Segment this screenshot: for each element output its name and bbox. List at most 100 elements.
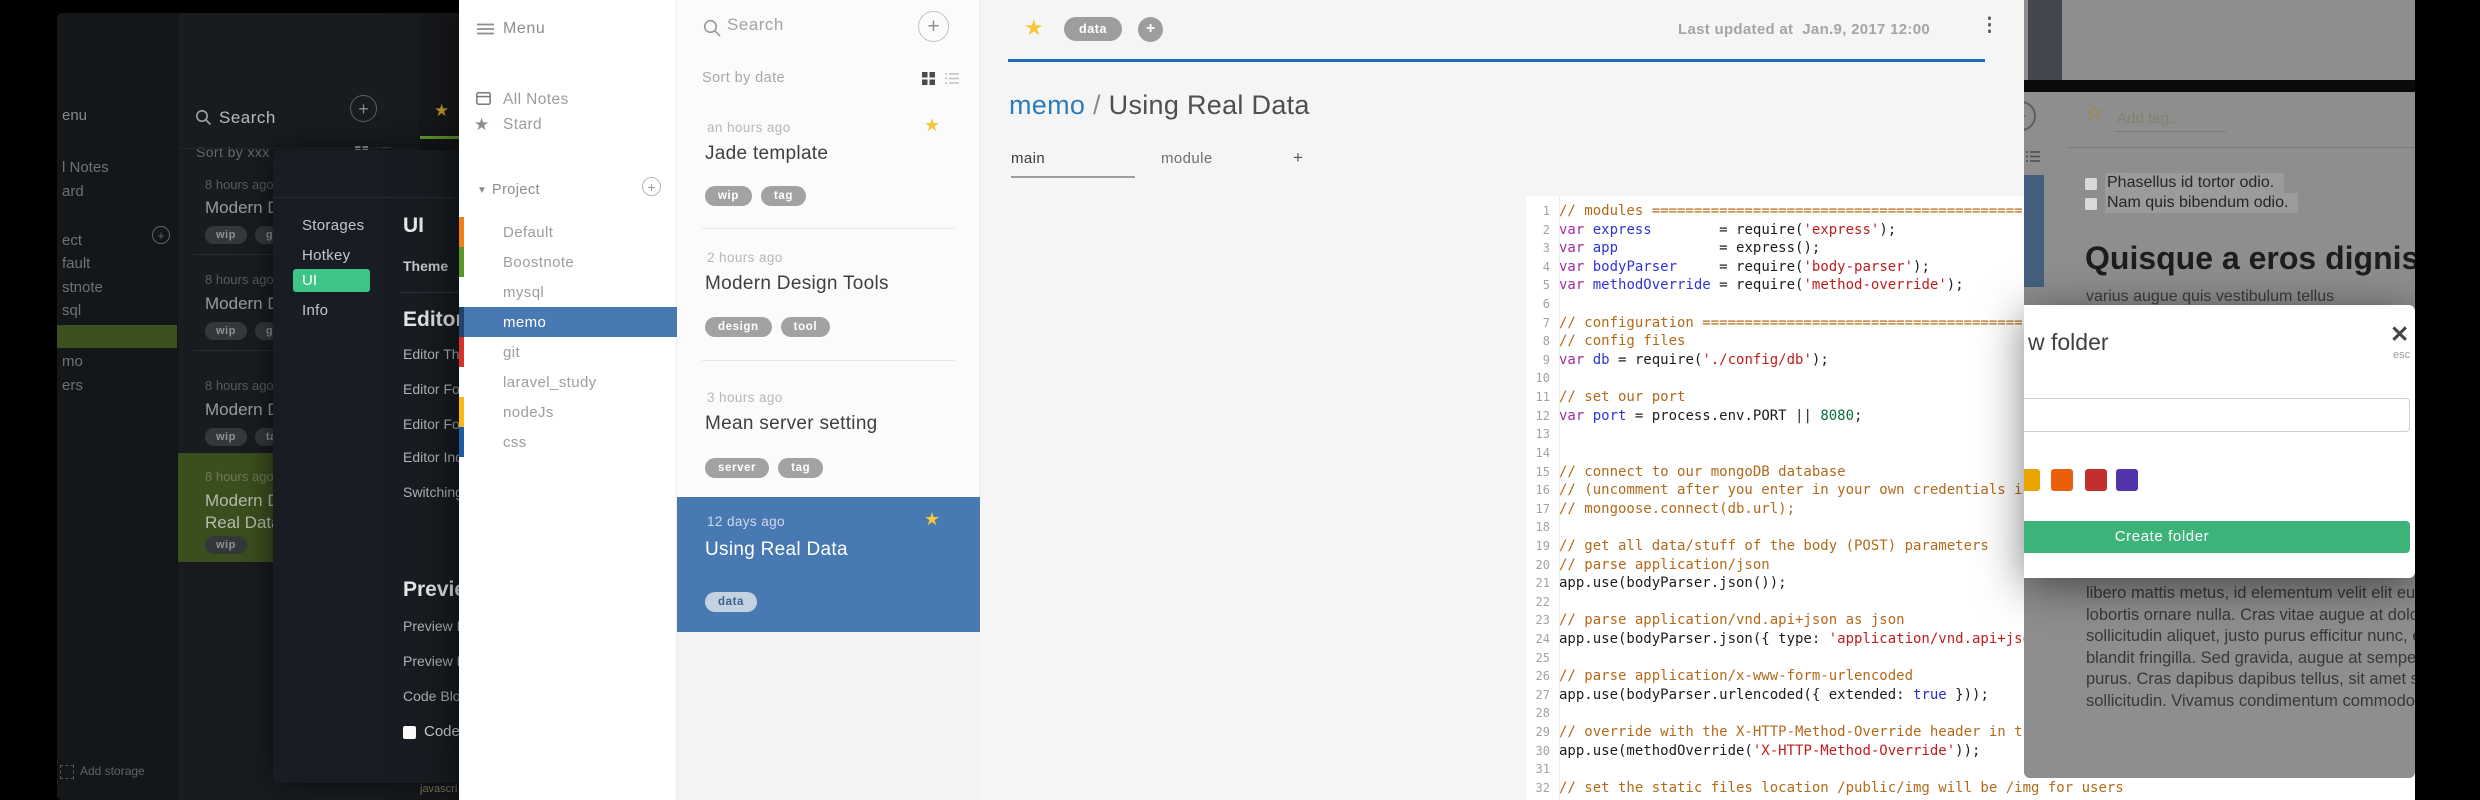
sidebar-item-starred[interactable]: Stard <box>503 116 542 134</box>
breadcrumb: memo / Using Real Data <box>1009 90 1310 121</box>
editor-star-icon[interactable]: ★ <box>1024 15 1044 41</box>
dim-checkbox <box>2084 197 2098 211</box>
tab-module[interactable]: module <box>1161 150 1213 167</box>
dark-new-note-icon: + <box>350 95 377 122</box>
dark-note-time: 8 hours ago <box>205 378 274 393</box>
tab-main[interactable]: main <box>1011 150 1045 167</box>
settings-editor-heading: Editor <box>403 308 459 331</box>
folder-color-swatch[interactable] <box>2024 469 2040 491</box>
close-icon[interactable]: ✕ <box>2390 321 2409 348</box>
note-item[interactable]: 3 hours ago Mean server setting server ta… <box>677 360 980 497</box>
settings-editor-item: Editor Fo <box>403 381 459 397</box>
sidebar-folder-memo-selected[interactable]: memo <box>459 307 677 337</box>
folder-color-swatch[interactable] <box>2116 469 2138 491</box>
dim-checkbox <box>2084 177 2098 191</box>
dim-partial-line: varius augue quis vestibulum tellus <box>2086 288 2335 305</box>
add-folder-icon[interactable]: + <box>642 177 661 196</box>
settings-nav-info[interactable]: Info <box>302 302 328 319</box>
screenshot-stage: enu l Notes ard ect + fault stnote sql m… <box>0 0 2480 800</box>
sidebar-folder-mysql[interactable]: mysql <box>503 284 544 301</box>
note-title-heading: Using Real Data <box>1108 90 1310 120</box>
dark-add-folder-icon: + <box>152 226 170 244</box>
settings-nav-storages[interactable]: Storages <box>302 217 364 234</box>
grid-view-icon[interactable] <box>922 72 935 85</box>
dark-folder-item: ers <box>62 377 83 394</box>
create-folder-button[interactable]: Create folder <box>2024 521 2410 553</box>
sort-by-dropdown[interactable]: Sort by date <box>702 70 785 86</box>
dark-note-time: 8 hours ago <box>205 272 274 287</box>
settings-nav-hotkey[interactable]: Hotkey <box>302 247 351 264</box>
dark-folder-item: sql <box>62 302 82 319</box>
dialog-title: w folder <box>2028 329 2109 355</box>
folder-color-bar <box>459 427 464 457</box>
dark-star-icon: ★ <box>434 101 450 120</box>
dark-folder-item: mo <box>62 353 83 370</box>
esc-hint-label: esc <box>2393 349 2411 361</box>
note-title: Modern Design Tools <box>705 273 889 294</box>
dim-paragraph-line: sollicitudin aliquet, justo purus effici… <box>2086 627 2415 645</box>
sidebar-folder-default[interactable]: Default <box>503 224 553 241</box>
note-star-icon[interactable]: ★ <box>924 115 940 136</box>
dark-add-storage-label: Add storage <box>80 764 145 778</box>
note-item[interactable]: 2 hours ago Modern Design Tools design to… <box>677 228 980 360</box>
note-item-selected[interactable]: 12 days ago ★ Using Real Data data <box>677 497 980 632</box>
note-tag: tool <box>780 317 831 337</box>
header-accent-rule <box>1008 59 1985 62</box>
dark-folder-item: fault <box>62 255 91 272</box>
settings-preview-item: Code Blo <box>403 688 459 704</box>
project-header: Project <box>492 182 540 198</box>
dark-menu-label: enu <box>62 107 88 124</box>
add-snippet-tab-button[interactable]: + <box>1293 148 1303 168</box>
settings-theme-item: Theme <box>403 258 449 274</box>
new-note-button[interactable]: + <box>918 11 949 42</box>
folder-color-bar <box>459 217 464 247</box>
note-title: Using Real Data <box>705 539 848 560</box>
note-time: an hours ago <box>707 120 791 135</box>
list-view-icon[interactable] <box>945 72 959 85</box>
dim-star-outline-icon: ☆ <box>2084 100 2104 125</box>
dim-checkbox-label: Nam quis bibendum odio. <box>2105 193 2299 213</box>
dark-project-header: ect <box>62 232 83 249</box>
settings-nav-ui-label: UI <box>302 272 317 289</box>
dark-sort-label: Sort by xxx <box>196 144 270 160</box>
folder-name-input[interactable] <box>2024 398 2410 432</box>
folder-color-swatch[interactable] <box>2051 469 2073 491</box>
dark-sidebar-item-all-notes: l Notes <box>62 159 109 176</box>
dim-list-view-icon <box>2026 151 2040 162</box>
note-star-icon[interactable]: ★ <box>924 509 940 530</box>
sidebar-folder-css[interactable]: css <box>503 434 527 451</box>
main-sidebar: Menu All Notes ★ Stard ▼ Project + Defau… <box>459 0 677 800</box>
dim-checkbox-label: Phasellus id tortor odio. <box>2105 173 2285 193</box>
active-tab-underline <box>1011 176 1135 178</box>
kebab-menu-icon[interactable]: ⋮ <box>1980 14 1999 37</box>
dark-search-icon <box>196 110 212 126</box>
black-edge-band <box>2415 0 2480 800</box>
sidebar-folder-git[interactable]: git <box>503 344 520 361</box>
note-tag: tag <box>760 186 807 206</box>
main-window: Menu All Notes ★ Stard ▼ Project + Defau… <box>459 0 2480 800</box>
sidebar-folder-laravel-study[interactable]: laravel_study <box>503 374 597 391</box>
breadcrumb-folder[interactable]: memo <box>1009 90 1085 120</box>
settings-ui-heading: UI <box>403 214 424 237</box>
hamburger-menu-icon[interactable] <box>477 23 494 35</box>
note-tag: data <box>705 592 758 612</box>
chevron-down-icon[interactable]: ▼ <box>477 185 487 196</box>
settings-preview-heading: Previe <box>403 578 459 601</box>
last-updated-label: Last updated at Jan.9, 2017 12:00 <box>1678 21 1930 38</box>
add-tag-button[interactable]: + <box>1138 17 1163 42</box>
search-input[interactable] <box>727 15 877 35</box>
starred-icon: ★ <box>474 115 490 134</box>
sidebar-folder-nodejs[interactable]: nodeJs <box>503 404 554 421</box>
settings-nav-ui-selected[interactable]: UI <box>293 269 370 292</box>
note-item[interactable]: an hours ago ★ Jade template wip tag <box>677 100 980 228</box>
folder-color-swatch[interactable] <box>2085 469 2107 491</box>
settings-checkbox[interactable] <box>403 726 416 739</box>
sidebar-item-all-notes[interactable]: All Notes <box>503 91 569 109</box>
folder-color-bar <box>459 397 464 427</box>
sidebar-folder-boostnote[interactable]: Boostnote <box>503 254 574 271</box>
all-notes-icon <box>476 92 491 105</box>
note-title: Mean server setting <box>705 413 878 434</box>
menu-label[interactable]: Menu <box>503 20 545 38</box>
dim-paragraph-line: purus. Cras dapibus dapibus tellus, sit … <box>2086 670 2415 688</box>
add-storage-icon <box>60 765 74 779</box>
